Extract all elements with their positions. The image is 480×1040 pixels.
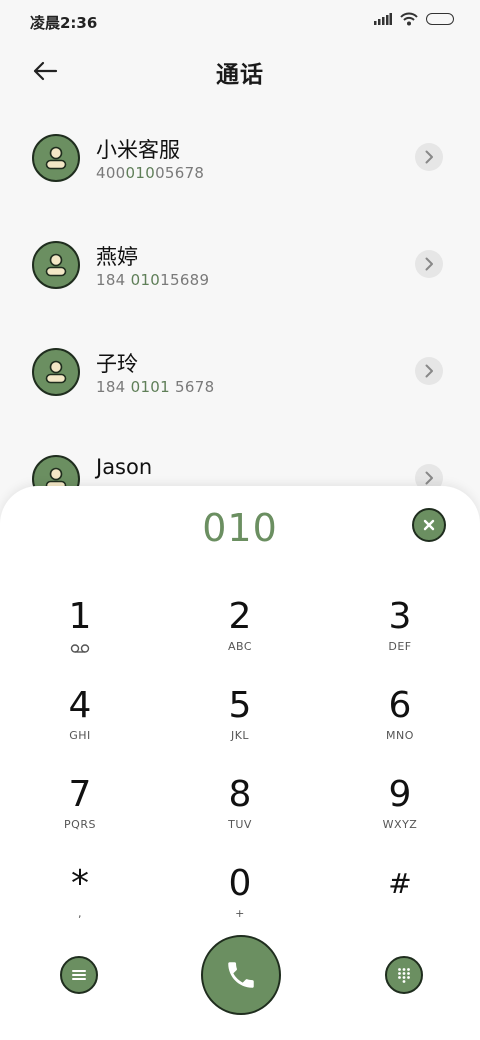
status-bar: 凌晨2:36	[0, 0, 480, 42]
number-suffix: 15689	[160, 271, 210, 289]
close-icon	[423, 519, 435, 531]
contact-number: 40001005678	[96, 164, 204, 182]
contact-name: 燕婷	[96, 245, 138, 269]
key-0[interactable]: 0 +	[180, 863, 300, 943]
key-letters: +	[235, 907, 245, 920]
battery-icon	[426, 13, 454, 25]
contact-number: 184 0101 5678	[96, 378, 214, 396]
person-icon	[45, 253, 67, 277]
key-digit: 7	[68, 774, 92, 815]
menu-icon	[72, 970, 86, 980]
key-digit: 5	[228, 685, 252, 726]
dial-panel: 010 1 2 ABC 3 DEF 4 GHI 5 JKL 6 MNO 7 PQ…	[0, 486, 480, 1040]
avatar	[32, 241, 80, 289]
voicemail-icon	[70, 644, 90, 653]
key-star[interactable]: * ,	[20, 863, 140, 943]
dial-input[interactable]: 010	[0, 506, 480, 550]
key-4[interactable]: 4 GHI	[20, 685, 140, 765]
contact-list: 小米客服 40001005678 燕婷 184 01015689 子玲 184 …	[0, 110, 480, 538]
contact-name: Jason	[96, 455, 153, 479]
menu-button[interactable]	[60, 956, 98, 994]
key-letters	[340, 907, 460, 921]
key-digit: 3	[388, 596, 412, 637]
key-digit: 8	[228, 774, 252, 815]
number-match: 0101	[130, 378, 170, 396]
person-icon	[45, 360, 67, 384]
chevron-right-icon	[425, 257, 433, 271]
contact-row[interactable]: 燕婷 184 01015689	[0, 217, 480, 324]
key-1[interactable]: 1	[20, 596, 140, 676]
key-6[interactable]: 6 MNO	[340, 685, 460, 765]
key-digit: *	[71, 863, 89, 904]
key-letters: TUV	[228, 818, 252, 831]
key-letters: ABC	[227, 640, 253, 653]
contact-detail-button[interactable]	[415, 250, 443, 278]
header: 通话	[0, 42, 480, 98]
key-digit: 0	[228, 863, 252, 904]
contact-detail-button[interactable]	[415, 357, 443, 385]
key-9[interactable]: 9 WXYZ	[340, 774, 460, 854]
key-digit: #	[388, 867, 412, 900]
number-prefix: 184	[96, 271, 131, 289]
key-digit: 9	[388, 774, 412, 815]
key-digit: 2	[228, 596, 252, 637]
number-suffix: 5678	[169, 378, 215, 396]
key-digit: 4	[68, 685, 92, 726]
chevron-right-icon	[425, 364, 433, 378]
number-suffix: 05678	[155, 164, 205, 182]
number-match: 010	[125, 164, 156, 182]
contact-name: 小米客服	[96, 138, 180, 162]
key-5[interactable]: 5 JKL	[180, 685, 300, 765]
key-letters: GHI	[69, 729, 91, 742]
status-icons	[374, 12, 454, 26]
wifi-icon	[400, 12, 418, 26]
dialpad-icon	[398, 968, 410, 983]
contact-number: 184 01015689	[96, 271, 209, 289]
contact-name: 子玲	[96, 352, 138, 376]
key-digit: 6	[388, 685, 412, 726]
number-prefix: 184	[96, 378, 131, 396]
key-2[interactable]: 2 ABC	[180, 596, 300, 676]
clear-input-button[interactable]	[412, 508, 446, 542]
key-hash[interactable]: #	[340, 863, 460, 943]
signal-icon	[374, 13, 392, 25]
key-letters: MNO	[386, 729, 414, 742]
key-letters: DEF	[388, 640, 412, 653]
avatar	[32, 134, 80, 182]
contact-detail-button[interactable]	[415, 143, 443, 171]
key-letters: ,	[78, 907, 82, 920]
key-digit: 1	[68, 596, 92, 637]
key-3[interactable]: 3 DEF	[340, 596, 460, 676]
key-letters: PQRS	[64, 818, 96, 831]
key-letters: JKL	[230, 729, 250, 742]
contact-row[interactable]: 子玲 184 0101 5678	[0, 324, 480, 431]
number-match: 010	[130, 271, 161, 289]
avatar	[32, 348, 80, 396]
key-8[interactable]: 8 TUV	[180, 774, 300, 854]
key-letters: WXYZ	[382, 818, 418, 831]
person-icon	[45, 146, 67, 170]
number-prefix: 400	[96, 164, 126, 182]
page-title: 通话	[216, 62, 264, 88]
phone-icon	[228, 962, 254, 988]
chevron-right-icon	[425, 150, 433, 164]
contact-row[interactable]: 小米客服 40001005678	[0, 110, 480, 217]
key-7[interactable]: 7 PQRS	[20, 774, 140, 854]
keypad-toggle-button[interactable]	[385, 956, 423, 994]
chevron-right-icon	[425, 471, 433, 485]
status-time: 凌晨2:36	[30, 14, 98, 32]
call-button[interactable]	[201, 935, 281, 1015]
